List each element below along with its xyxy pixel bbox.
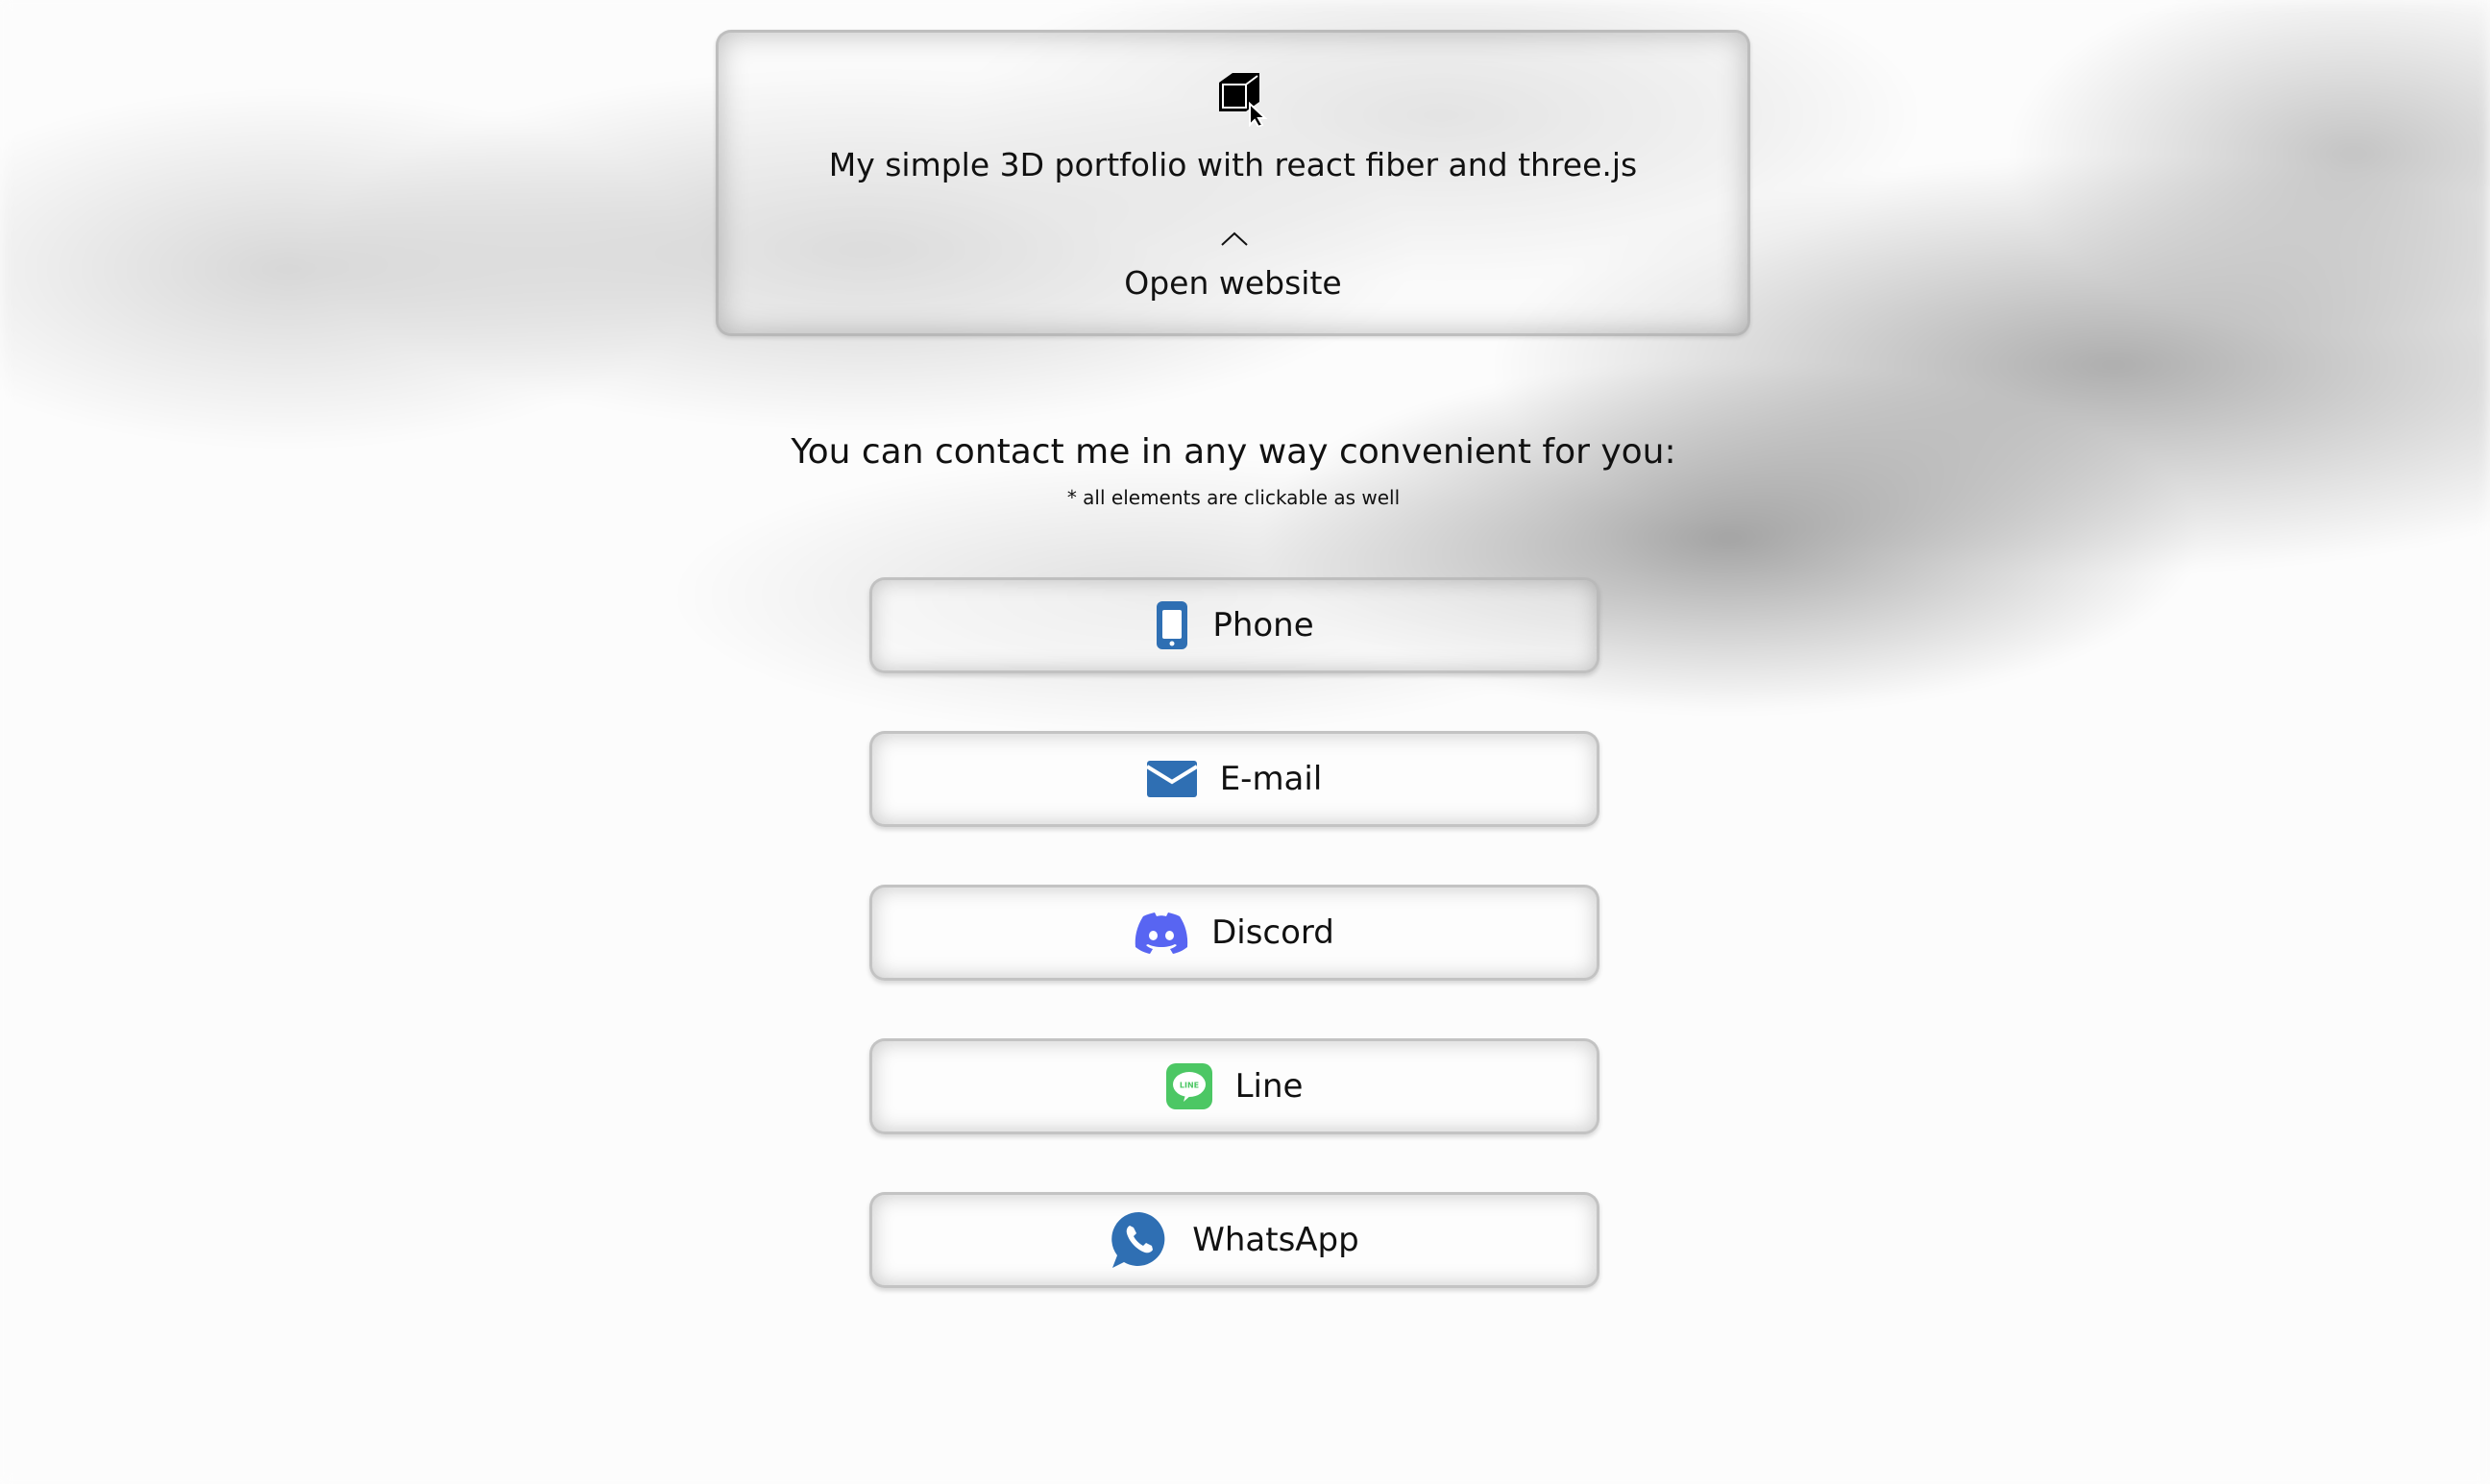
svg-text:LINE: LINE	[1179, 1082, 1198, 1090]
project-title: My simple 3D portfolio with react fiber …	[828, 146, 1638, 183]
cube-cursor-icon	[1219, 73, 1268, 127]
whatsapp-icon	[1111, 1211, 1165, 1268]
line-button[interactable]: LINE Line	[869, 1038, 1599, 1134]
email-label: E-mail	[1219, 760, 1323, 798]
chevron-up-icon[interactable]	[1220, 229, 1249, 248]
whatsapp-label: WhatsApp	[1192, 1221, 1359, 1259]
open-website-link[interactable]: Open website	[719, 262, 1747, 304]
project-card[interactable]: My simple 3D portfolio with react fiber …	[716, 30, 1750, 336]
whatsapp-button[interactable]: WhatsApp	[869, 1192, 1599, 1288]
line-label: Line	[1234, 1067, 1304, 1106]
discord-label: Discord	[1211, 913, 1334, 952]
phone-icon	[1157, 601, 1188, 649]
envelope-icon	[1146, 761, 1197, 797]
discord-icon	[1135, 912, 1188, 954]
email-button[interactable]: E-mail	[869, 731, 1599, 827]
line-icon: LINE	[1165, 1063, 1212, 1109]
contact-heading: You can contact me in any way convenient…	[791, 432, 1676, 472]
contact-note: * all elements are clickable as well	[1066, 486, 1401, 509]
discord-button[interactable]: Discord	[869, 885, 1599, 981]
phone-label: Phone	[1212, 606, 1314, 645]
phone-button[interactable]: Phone	[869, 577, 1599, 673]
